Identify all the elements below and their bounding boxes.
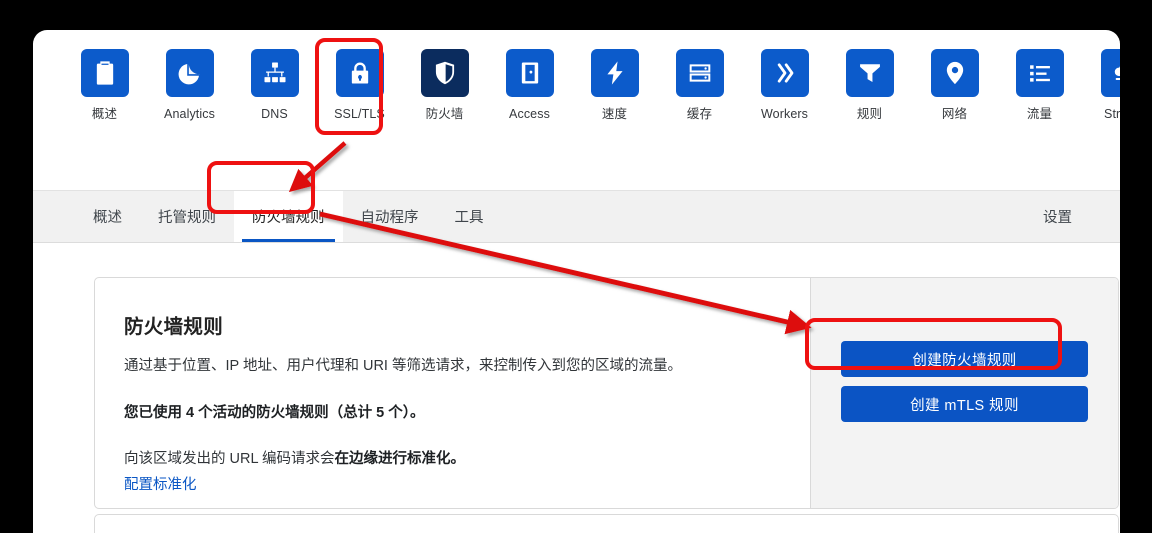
- nav-item-firewall[interactable]: 防火墙: [402, 49, 487, 122]
- nav-label: Workers: [760, 107, 808, 121]
- nav-label: 防火墙: [425, 107, 464, 121]
- sitemap-icon: [250, 49, 299, 97]
- firewall-rules-card: 防火墙规则 通过基于位置、IP 地址、用户代理和 URI 等筛选请求，来控制传入…: [94, 277, 1119, 509]
- normalization-text: 向该区域发出的 URL 编码请求会在边缘进行标准化。: [124, 448, 780, 470]
- nav-item-analytics[interactable]: Analytics: [147, 49, 232, 122]
- nav-label: SSL/TLS: [334, 107, 385, 121]
- nav-item-cache[interactable]: 缓存: [657, 49, 742, 122]
- nav-label: 网络: [941, 107, 968, 121]
- firewall-rules-info: 防火墙规则 通过基于位置、IP 地址、用户代理和 URI 等筛选请求，来控制传入…: [95, 278, 810, 508]
- door-icon: [505, 49, 554, 97]
- chevrons-icon: [760, 49, 809, 97]
- server-icon: [675, 49, 724, 97]
- configure-normalization-link[interactable]: 配置标准化: [124, 473, 197, 494]
- nav-label: 速度: [601, 107, 628, 121]
- map-pin-icon: [930, 49, 979, 97]
- shield-icon: [420, 49, 469, 97]
- browser-content-card: 概述 Analytics DNS SSL/TLS 防火墙 Access 速度 缓…: [33, 30, 1120, 533]
- clipboard-icon: [80, 49, 129, 97]
- nav-item-workers[interactable]: Workers: [742, 49, 827, 122]
- list-icon: [1015, 49, 1064, 97]
- nav-label: 缓存: [686, 107, 713, 121]
- page-description: 通过基于位置、IP 地址、用户代理和 URI 等筛选请求，来控制传入到您的区域的…: [124, 358, 682, 374]
- nav-label: 概述: [91, 107, 118, 121]
- tab-settings[interactable]: 设置: [1025, 191, 1090, 242]
- nav-label: 规则: [856, 107, 883, 121]
- cloud-play-icon: [1100, 49, 1120, 97]
- nav-item-stream[interactable]: Stream: [1082, 49, 1120, 122]
- page-title: 防火墙规则: [124, 316, 224, 338]
- nav-item-speed[interactable]: 速度: [572, 49, 657, 122]
- section-tabstrip: 概述 托管规则 防火墙规则 自动程序 工具 设置: [33, 190, 1120, 243]
- nav-item-network[interactable]: 网络: [912, 49, 997, 122]
- funnel-icon: [845, 49, 894, 97]
- nav-label: Analytics: [164, 107, 215, 121]
- nav-label: Stream: [1104, 107, 1120, 121]
- tab-firewall-rules[interactable]: 防火墙规则: [234, 191, 343, 242]
- normalization-emphasis: 在边缘进行标准化。: [334, 451, 466, 467]
- nav-label: Access: [509, 107, 550, 121]
- pie-chart-icon: [165, 49, 214, 97]
- nav-item-access[interactable]: Access: [487, 49, 572, 122]
- nav-label: 流量: [1026, 107, 1053, 121]
- nav-label: DNS: [261, 107, 288, 121]
- create-mtls-rule-button[interactable]: 创建 mTLS 规则: [841, 386, 1088, 422]
- nav-item-rules[interactable]: 规则: [827, 49, 912, 122]
- tabstrip-spacer: [502, 191, 1026, 242]
- rule-usage-text: 您已使用 4 个活动的防火墙规则（总计 5 个）。: [124, 405, 425, 421]
- nav-item-ssl-tls[interactable]: SSL/TLS: [317, 49, 402, 122]
- tab-managed-rules[interactable]: 托管规则: [140, 191, 234, 242]
- firewall-rules-actions: 创建防火墙规则 创建 mTLS 规则: [810, 278, 1118, 508]
- secondary-card: [94, 514, 1119, 533]
- screenshot-root: 概述 Analytics DNS SSL/TLS 防火墙 Access 速度 缓…: [0, 0, 1152, 533]
- nav-item-dns[interactable]: DNS: [232, 49, 317, 122]
- tab-overview[interactable]: 概述: [75, 191, 140, 242]
- create-firewall-rule-button[interactable]: 创建防火墙规则: [841, 341, 1088, 377]
- nav-item-overview[interactable]: 概述: [62, 49, 147, 122]
- lock-icon: [335, 49, 384, 97]
- tab-bots[interactable]: 自动程序: [343, 191, 437, 242]
- lightning-icon: [590, 49, 639, 97]
- nav-item-traffic[interactable]: 流量: [997, 49, 1082, 122]
- primary-icon-nav: 概述 Analytics DNS SSL/TLS 防火墙 Access 速度 缓…: [33, 30, 1120, 160]
- normalization-prefix: 向该区域发出的 URL 编码请求会: [124, 451, 335, 467]
- tab-tools[interactable]: 工具: [437, 191, 502, 242]
